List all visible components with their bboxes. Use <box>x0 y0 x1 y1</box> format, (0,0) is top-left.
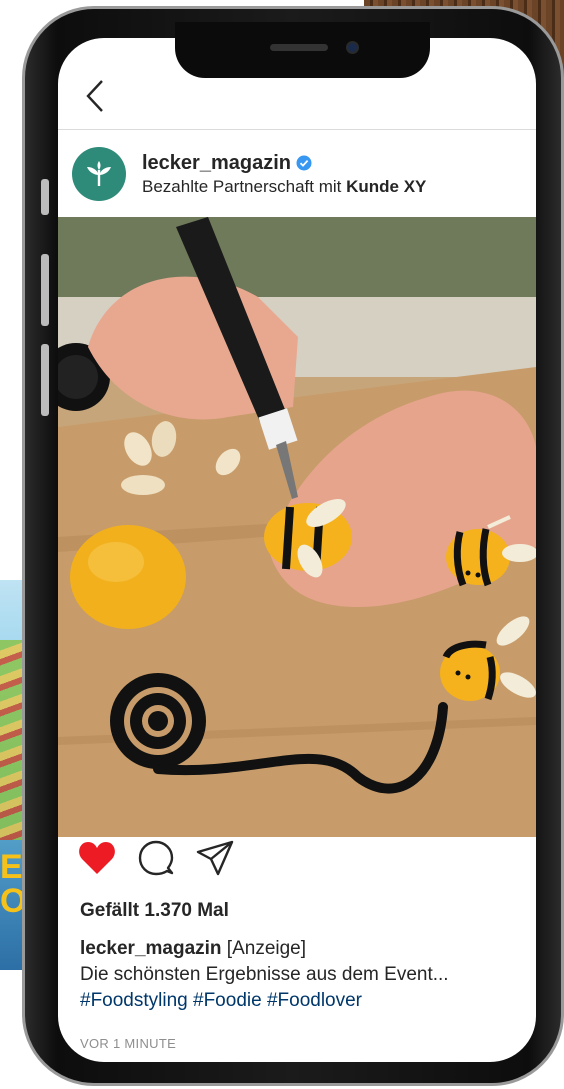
verified-badge-icon <box>296 155 312 171</box>
partnership-prefix: Bezahlte Partnerschaft mit <box>142 176 347 196</box>
likes-count[interactable]: Gefällt 1.370 Mal <box>80 900 229 922</box>
ad-tag: [Anzeige] <box>221 938 307 959</box>
paid-partnership-label[interactable]: Bezahlte Partnerschaft mit Kunde XY <box>142 177 426 197</box>
phone-silent-switch <box>41 179 49 215</box>
phone-volume-down <box>41 344 49 416</box>
header-divider <box>58 129 536 130</box>
partner-name[interactable]: Kunde XY <box>346 177 426 196</box>
caption-username[interactable]: lecker_magazin <box>80 938 222 959</box>
phone-volume-up <box>41 254 49 326</box>
post-actions <box>78 838 256 878</box>
comment-icon <box>138 840 174 876</box>
chevron-left-icon <box>86 80 103 112</box>
like-button[interactable] <box>78 841 116 875</box>
post-image[interactable] <box>58 217 536 837</box>
phone-screen: lecker_magazin Bezahlte Partnerschaft mi… <box>58 38 536 1062</box>
post-header-text: lecker_magazin Bezahlte Partnerschaft mi… <box>142 152 426 197</box>
post-photo-illustration <box>58 217 536 837</box>
send-icon <box>196 840 234 876</box>
phone-speaker <box>270 44 328 51</box>
back-button[interactable] <box>80 76 110 116</box>
comment-button[interactable] <box>138 840 174 876</box>
leaf-logo-icon <box>87 161 111 186</box>
post-header: lecker_magazin Bezahlte Partnerschaft mi… <box>72 146 532 202</box>
post-username[interactable]: lecker_magazin <box>142 152 291 175</box>
phone-camera <box>346 41 359 54</box>
avatar[interactable] <box>72 147 126 201</box>
heart-icon <box>79 842 115 874</box>
hashtags[interactable]: #Foodstyling #Foodie #Foodlover <box>80 988 530 1014</box>
post-caption: lecker_magazin [Anzeige] Die schönsten E… <box>80 936 530 1014</box>
share-button[interactable] <box>196 840 234 876</box>
post-timestamp: VOR 1 MINUTE <box>80 1036 177 1051</box>
caption-excerpt[interactable]: Die schönsten Ergebnisse aus dem Event..… <box>80 962 530 988</box>
